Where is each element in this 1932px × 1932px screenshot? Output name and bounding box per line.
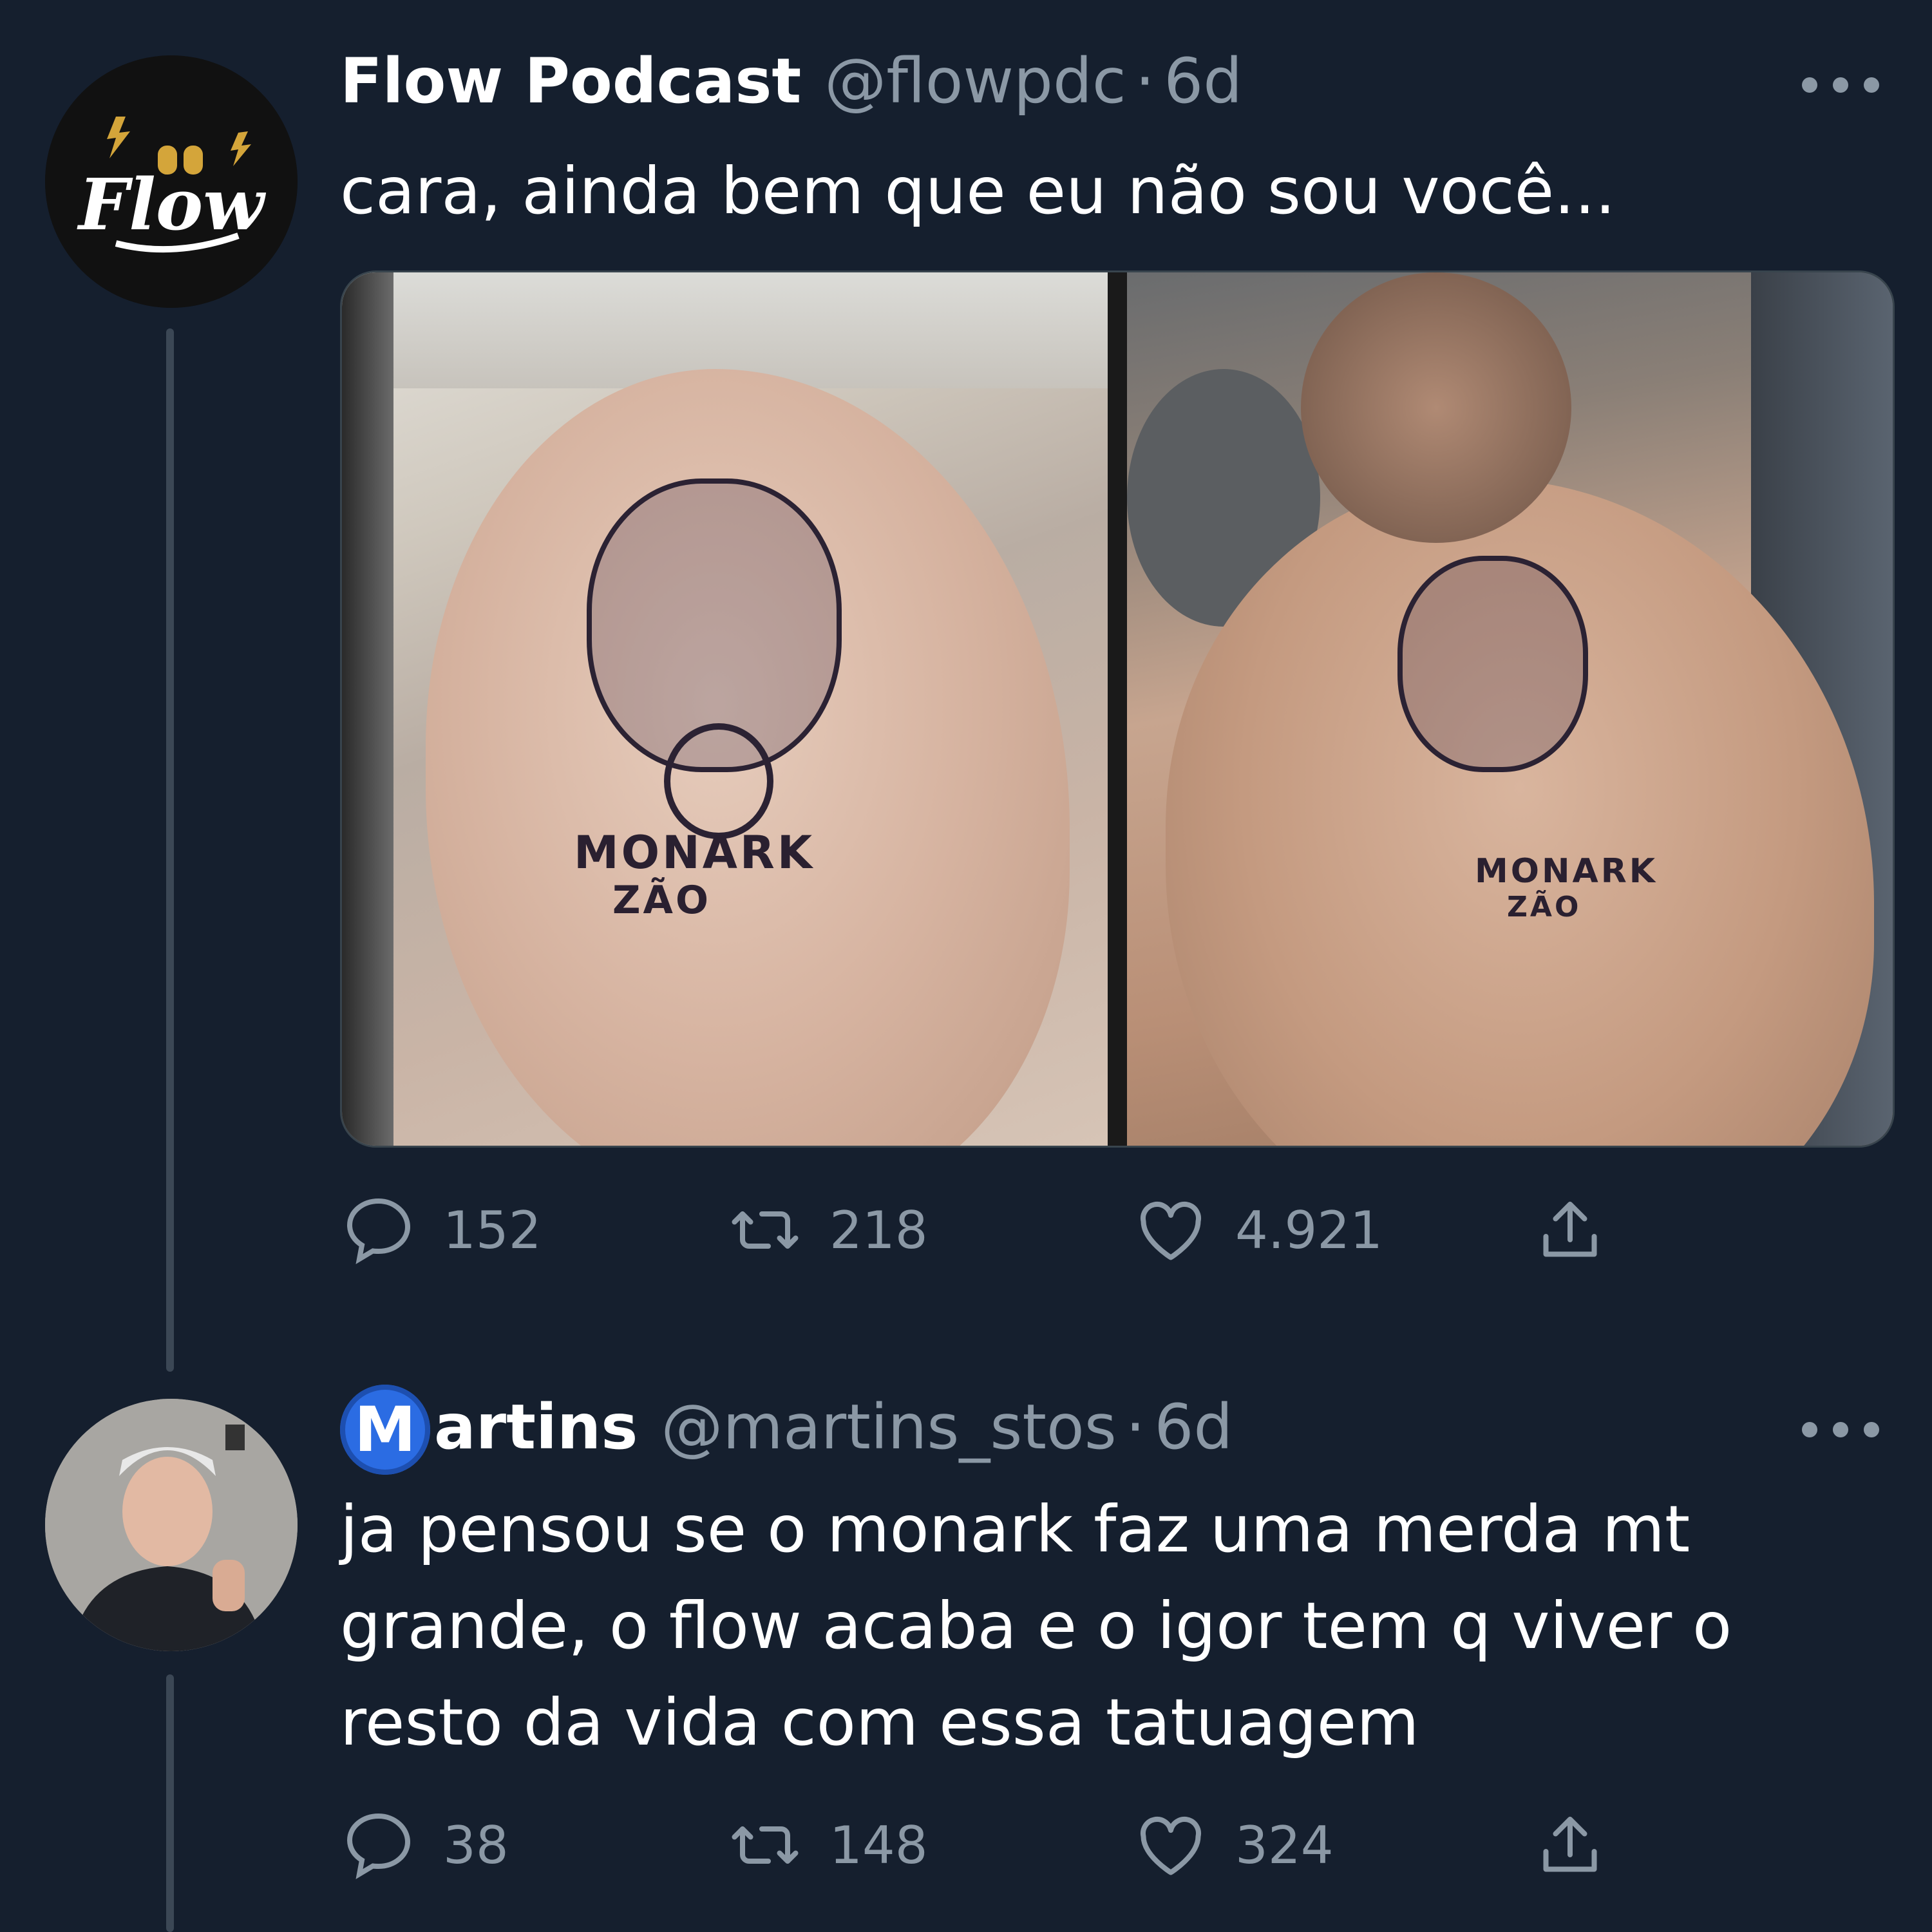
avatar[interactable]: Flow xyxy=(45,55,298,308)
name-badge: M xyxy=(340,1385,430,1475)
flow-logo: Flow xyxy=(45,55,298,308)
retweet-icon xyxy=(732,1211,799,1249)
display-name[interactable]: artins xyxy=(434,1391,638,1463)
photo-left[interactable]: MONARK ZÃO xyxy=(342,272,1108,1146)
share-icon xyxy=(1543,1202,1597,1257)
tweet-text-line: grande, o flow acaba e o igor tem q vive… xyxy=(340,1588,1732,1663)
tattoo-text: MONARK xyxy=(1475,852,1658,891)
tweet-header: Flow Podcast @flowpdc · 6d xyxy=(340,45,1242,122)
user-handle[interactable]: @martins_stos xyxy=(661,1391,1116,1463)
like-button[interactable]: 324 xyxy=(1132,1806,1334,1884)
photo-right[interactable]: MONARK ZÃO xyxy=(1127,272,1893,1146)
tattoo-text: MONARK xyxy=(574,826,815,879)
reply-button[interactable]: 38 xyxy=(340,1806,509,1884)
tweet-media[interactable]: MONARK ZÃO MONARK ZÃO xyxy=(340,270,1895,1148)
tweet-actions: 152 218 4.921 xyxy=(340,1191,1692,1269)
share-button[interactable] xyxy=(1531,1806,1609,1884)
tweet-text: ja pensou se o monark faz uma merda mt g… xyxy=(340,1481,1834,1771)
like-icon xyxy=(1141,1817,1201,1875)
like-button[interactable]: 4.921 xyxy=(1132,1191,1383,1269)
retweet-button[interactable]: 218 xyxy=(726,1191,928,1269)
like-count: 324 xyxy=(1235,1815,1334,1875)
avatar[interactable] xyxy=(45,1399,298,1651)
share-button[interactable] xyxy=(1531,1191,1609,1269)
reply-count: 152 xyxy=(443,1200,542,1260)
tweet-text-line: resto da vida com essa tatuagem xyxy=(340,1685,1419,1760)
share-icon xyxy=(1543,1817,1597,1872)
thread-line xyxy=(166,1674,174,1932)
user-photo xyxy=(45,1399,298,1651)
reply-icon xyxy=(346,1813,411,1879)
user-handle[interactable]: @flowpdc xyxy=(824,45,1126,117)
tattoo-microphone xyxy=(664,723,773,839)
retweet-count: 148 xyxy=(829,1815,928,1875)
tweet-text-line: ja pensou se o monark faz uma merda mt xyxy=(340,1492,1690,1567)
reply-icon xyxy=(346,1198,411,1264)
tweet-header: M artins @martins_stos · 6d xyxy=(340,1385,1233,1475)
timestamp[interactable]: 6d xyxy=(1154,1391,1233,1463)
more-icon[interactable] xyxy=(1802,72,1879,98)
more-icon[interactable] xyxy=(1802,1417,1879,1443)
like-count: 4.921 xyxy=(1235,1200,1383,1260)
tattoo xyxy=(1397,556,1588,772)
reply-button[interactable]: 152 xyxy=(340,1191,542,1269)
reply-count: 38 xyxy=(443,1815,509,1875)
timeline: Flow Flow Podcast @flowpdc · 6d cara, ai… xyxy=(0,0,1932,1932)
display-name[interactable]: Flow Podcast xyxy=(340,45,801,117)
timestamp[interactable]: 6d xyxy=(1164,45,1242,117)
retweet-icon xyxy=(732,1826,799,1864)
tattoo-subtext: ZÃO xyxy=(612,878,711,923)
separator: · xyxy=(1135,45,1155,117)
separator: · xyxy=(1125,1391,1146,1463)
thread-line xyxy=(166,328,174,1372)
retweet-count: 218 xyxy=(829,1200,928,1260)
svg-text:Flow: Flow xyxy=(77,163,266,246)
retweet-button[interactable]: 148 xyxy=(726,1806,928,1884)
tattoo-subtext: ZÃO xyxy=(1507,891,1582,923)
like-icon xyxy=(1141,1202,1201,1260)
tweet-text: cara, ainda bem que eu não sou você... xyxy=(340,153,1616,229)
tweet-actions: 38 148 324 xyxy=(340,1806,1692,1884)
